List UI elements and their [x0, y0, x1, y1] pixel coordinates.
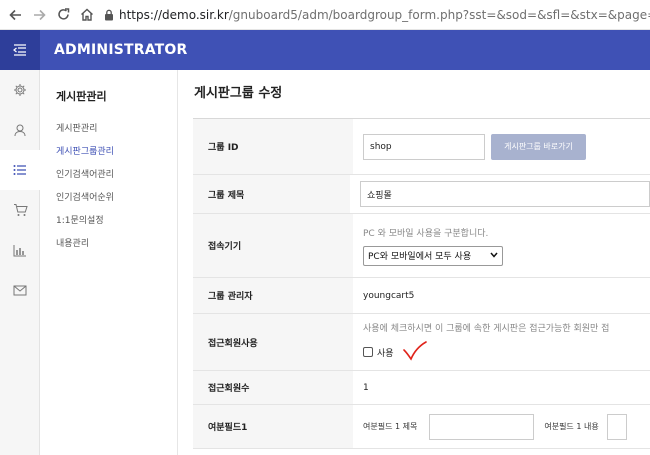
device-help-text: PC 와 모바일 사용을 구분합니다.	[363, 228, 489, 239]
group-subject-input[interactable]: 쇼핑몰	[360, 181, 650, 207]
form-row-use-access: 접근회원사용 사용에 체크하시면 이 그룹에 속한 게시판은 접근가능한 회원만…	[193, 314, 650, 371]
chart-icon[interactable]	[0, 230, 40, 270]
form-row-extra1: 여분필드1 여분필드 1 제목 여분필드 1 내용	[193, 405, 650, 449]
back-arrow-icon[interactable]	[6, 6, 24, 24]
use-access-checkbox[interactable]	[363, 347, 373, 357]
device-select-value: PC와 모바일에서 모두 사용	[368, 252, 472, 262]
use-access-help-text: 사용에 체크하시면 이 그룹에 속한 게시판은 접근가능한 회원만 접	[363, 323, 610, 334]
field-label: 그룹 ID	[193, 119, 353, 174]
url-host: https://demo.sir.kr	[119, 7, 229, 22]
field-label: 그룹 관리자	[193, 278, 353, 313]
address-bar[interactable]: https://demo.sir.kr/gnuboard5/adm/boardg…	[104, 4, 650, 26]
go-to-board-group-button[interactable]: 게시판그룹 바로가기	[491, 133, 586, 160]
url-path: /gnuboard5/adm/boardgroup_form.php?sst=&…	[228, 7, 650, 22]
menu-content-manage[interactable]: 내용관리	[56, 233, 177, 256]
extra1-content-input[interactable]	[606, 413, 627, 440]
page-title: 게시판그룹 수정	[194, 86, 283, 101]
field-label: 접근회원수	[193, 371, 353, 404]
lock-icon	[104, 9, 114, 21]
chevron-down-icon	[490, 251, 498, 261]
field-label: 접근회원사용	[193, 314, 353, 370]
extra1-content-label: 여분필드 1 내용	[544, 422, 599, 431]
form-row-admin: 그룹 관리자 youngcart5	[193, 278, 650, 314]
field-label: 그룹 제목	[193, 175, 350, 213]
menu-popular-search-manage[interactable]: 인기검색어관리	[56, 164, 177, 187]
main-content: 게시판그룹 수정 그룹 ID shop 게시판그룹 바로가기 그룹 제목 쇼핑몰…	[178, 70, 650, 455]
user-icon[interactable]	[0, 110, 40, 150]
form-row-group-subject: 그룹 제목 쇼핑몰	[193, 175, 650, 214]
device-select[interactable]: PC와 모바일에서 모두 사용	[363, 245, 503, 266]
form-row-group-id: 그룹 ID shop 게시판그룹 바로가기	[193, 119, 650, 175]
forward-arrow-icon[interactable]	[30, 6, 48, 24]
reload-icon[interactable]	[54, 6, 72, 24]
extra1-subject-input[interactable]	[429, 413, 535, 440]
menu-qa-config[interactable]: 1:1문의설정	[56, 210, 177, 233]
brand-title[interactable]: ADMINISTRATOR	[54, 42, 188, 58]
group-id-input[interactable]: shop	[363, 133, 485, 160]
menu-collapse-icon[interactable]	[0, 30, 40, 70]
use-access-checkbox-label[interactable]: 사용	[377, 346, 394, 359]
menu-board-group-manage[interactable]: 게시판그룹관리	[56, 141, 177, 164]
browser-toolbar: https://demo.sir.kr/gnuboard5/adm/boardg…	[0, 0, 650, 30]
side-menu-title: 게시판관리	[56, 90, 107, 103]
extra1-subject-label: 여분필드 1 제목	[363, 422, 418, 431]
mail-icon[interactable]	[0, 270, 40, 310]
form-row-access-count: 접근회원수 1	[193, 371, 650, 405]
board-group-form: 그룹 ID shop 게시판그룹 바로가기 그룹 제목 쇼핑몰 접속기기 PC …	[193, 118, 650, 449]
red-checkmark-annotation-icon	[402, 340, 428, 364]
group-admin-value: youngcart5	[363, 290, 415, 301]
field-label: 접속기기	[193, 214, 353, 277]
icon-rail	[0, 70, 40, 455]
field-label: 여분필드1	[193, 405, 353, 448]
list-icon[interactable]	[0, 150, 40, 190]
cart-icon[interactable]	[0, 190, 40, 230]
side-menu: 게시판관리 게시판관리 게시판그룹관리 인기검색어관리 인기검색어순위 1:1문…	[40, 70, 178, 455]
gear-icon[interactable]	[0, 70, 40, 110]
menu-board-manage[interactable]: 게시판관리	[56, 118, 177, 141]
home-icon[interactable]	[78, 6, 96, 24]
form-row-device: 접속기기 PC 와 모바일 사용을 구분합니다. PC와 모바일에서 모두 사용	[193, 214, 650, 278]
menu-popular-search-rank[interactable]: 인기검색어순위	[56, 187, 177, 210]
access-count-value: 1	[363, 382, 369, 393]
admin-header: ADMINISTRATOR	[0, 30, 650, 70]
